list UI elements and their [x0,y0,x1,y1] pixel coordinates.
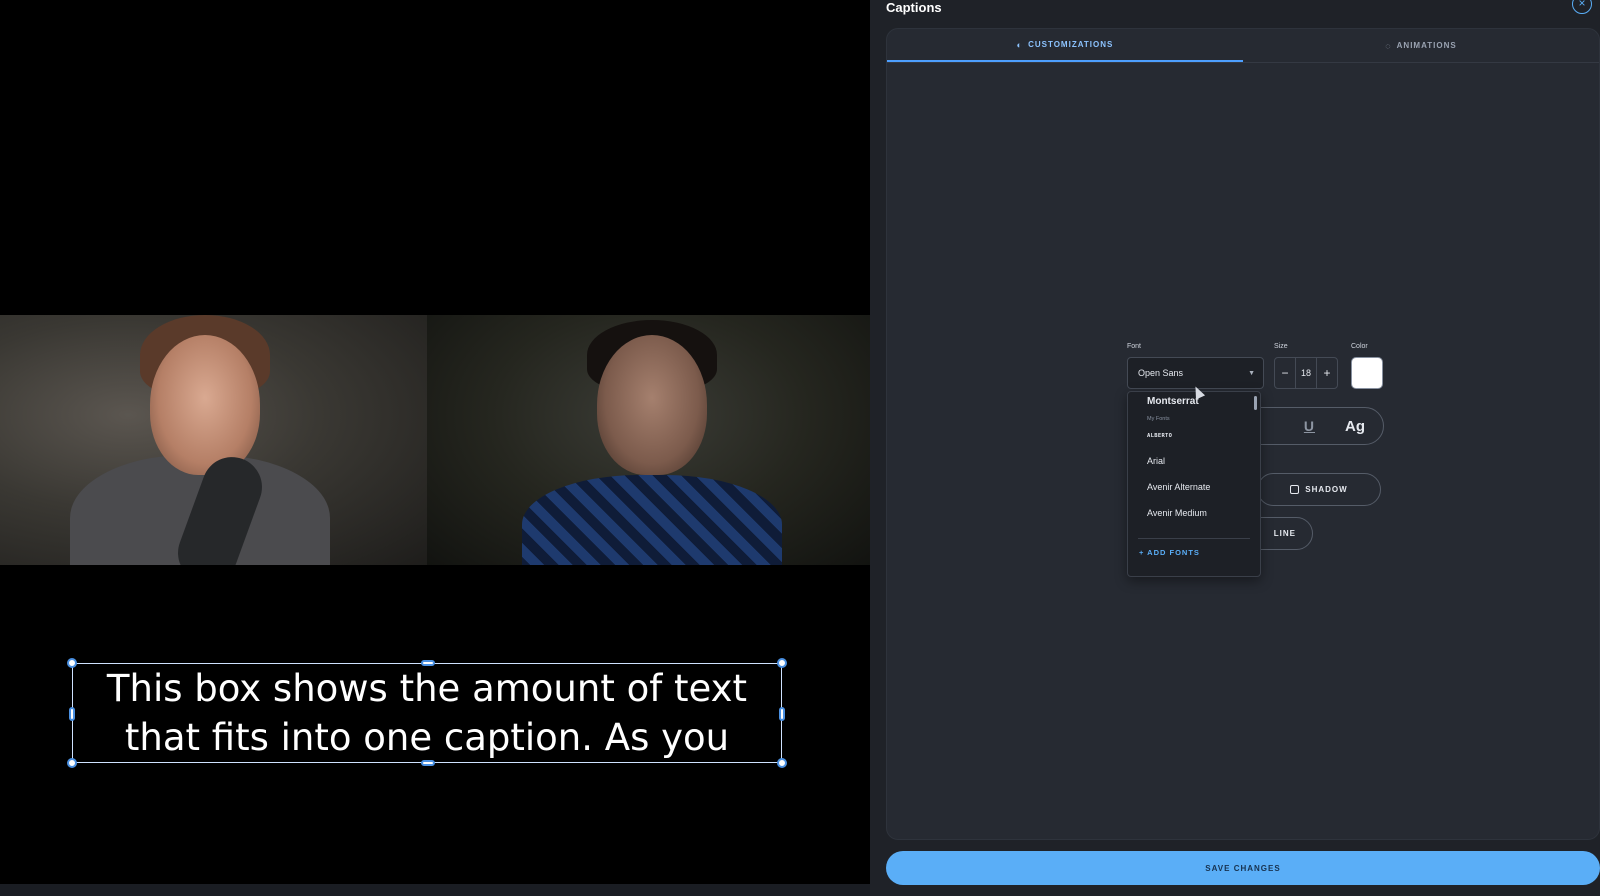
caption-text[interactable]: This box shows the amount of text that f… [107,664,747,762]
dropdown-divider [1138,538,1250,539]
font-option-montserrat[interactable]: Montserrat [1147,396,1199,407]
resize-handle-top[interactable] [421,660,435,666]
text-case-icon[interactable]: Ag [1345,418,1365,435]
speaker-right-body [522,475,782,565]
size-value[interactable]: 18 [1295,358,1317,388]
shadow-icon [1290,485,1300,494]
caption-line-1: This box shows the amount of text [106,667,748,710]
resize-handle-bottom-right[interactable] [777,758,787,768]
size-decrease-button[interactable]: − [1275,366,1295,380]
palette-icon: ◐ [1016,39,1024,50]
font-option-alberto[interactable]: ALBERTO [1147,433,1172,439]
size-increase-button[interactable]: + [1317,366,1337,380]
close-icon[interactable]: × [1572,0,1592,14]
dropdown-scrollbar[interactable] [1254,396,1257,410]
resize-handle-top-right[interactable] [777,658,787,668]
caption-line-2: that fits into one caption. As you [124,716,730,759]
font-select[interactable]: Open Sans ▼ [1127,357,1264,389]
caption-text-box[interactable]: This box shows the amount of text that f… [67,658,787,768]
size-label: Size [1274,343,1288,350]
speaker-left-video [0,315,427,565]
tab-customizations-label: CUSTOMIZATIONS [1028,40,1114,49]
font-label: Font [1127,343,1142,350]
tab-customizations[interactable]: ◐ CUSTOMIZATIONS [887,29,1243,62]
video-preview[interactable]: This box shows the amount of text that f… [0,0,870,884]
customization-card: ◐ CUSTOMIZATIONS ◌ ANIMATIONS Font Size … [886,28,1600,840]
underline-icon[interactable]: U [1304,418,1315,434]
font-group-my-fonts: My Fonts [1147,416,1170,422]
shadow-label: SHADOW [1305,485,1348,494]
speaker-right-video [427,315,870,565]
animation-icon: ◌ [1385,40,1392,51]
font-option-avenir-medium[interactable]: Avenir Medium [1147,508,1207,518]
font-select-value: Open Sans [1138,368,1184,378]
resize-handle-left[interactable] [69,707,75,721]
tab-animations-label: ANIMATIONS [1396,41,1457,50]
video-frame [0,315,870,565]
save-changes-button[interactable]: SAVE CHANGES [886,851,1600,885]
color-label: Color [1351,343,1368,350]
tab-animations[interactable]: ◌ ANIMATIONS [1243,29,1599,62]
resize-handle-top-left[interactable] [67,658,77,668]
resize-handle-right[interactable] [779,707,785,721]
font-option-avenir-alternate[interactable]: Avenir Alternate [1147,482,1210,492]
captions-panel: Captions × ◐ CUSTOMIZATIONS ◌ ANIMATIONS… [870,0,1600,896]
panel-title: Captions [886,0,942,15]
chevron-down-icon: ▼ [1248,369,1255,377]
add-fonts-button[interactable]: + ADD FONTS [1139,548,1200,557]
panel-tabs: ◐ CUSTOMIZATIONS ◌ ANIMATIONS [887,29,1599,63]
speaker-right-head [597,335,707,475]
shadow-button[interactable]: SHADOW [1257,473,1381,506]
resize-handle-bottom-left[interactable] [67,758,77,768]
size-stepper[interactable]: − 18 + [1274,357,1338,389]
font-option-arial[interactable]: Arial [1147,456,1165,466]
resize-handle-bottom[interactable] [421,760,435,766]
speaker-left-head [150,335,260,475]
preview-bottom-bar [0,884,870,896]
app-root: This box shows the amount of text that f… [0,0,1600,896]
font-dropdown[interactable]: Montserrat My Fonts ALBERTO Arial Avenir… [1127,391,1261,577]
color-swatch[interactable] [1351,357,1383,389]
outline-label: LINE [1273,529,1296,538]
